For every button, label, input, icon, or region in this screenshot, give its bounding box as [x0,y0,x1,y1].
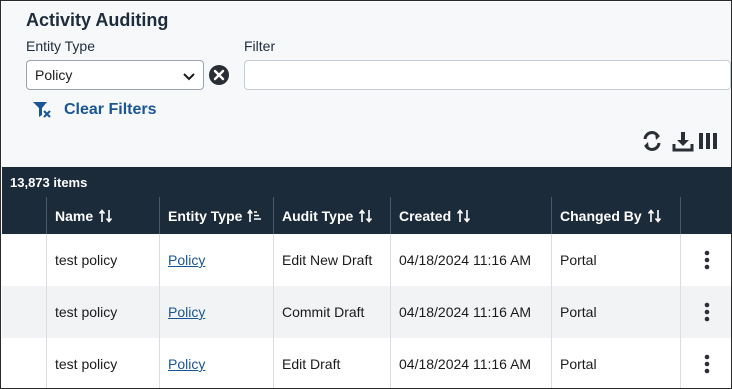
clear-filters-label: Clear Filters [64,101,157,118]
cell-audit-type: Edit New Draft [273,234,390,286]
cell-changed-by: Portal [551,234,680,286]
item-count: 13,873 items [10,175,88,190]
clear-entity-type-icon[interactable] [208,64,230,86]
sort-icon [99,208,113,223]
cell-audit-type: Edit Draft [273,338,390,388]
more-options-icon[interactable] [695,300,719,324]
cell-created: 04/18/2024 11:16 AM [390,286,551,338]
filter-clear-icon [33,102,51,118]
cell-entity-type: Policy [159,338,273,388]
column-header-label: Changed By [560,207,642,224]
table-header: Name Entity Type Audit Type Created Chan… [2,197,731,234]
table-row: test policy Policy Edit New Draft 04/18/… [2,234,731,286]
refresh-icon [643,131,661,151]
column-header-changed-by[interactable]: Changed By [551,197,680,234]
column-header-audit-type[interactable]: Audit Type [273,197,390,234]
entity-type-select-value: Policy [35,67,73,83]
refresh-button[interactable] [641,130,663,154]
cell-created: 04/18/2024 11:16 AM [390,234,551,286]
sort-ascending-icon [247,208,262,222]
cell-changed-by: Portal [551,338,680,388]
column-header-name[interactable]: Name [46,197,159,234]
cell-actions [680,234,731,286]
sort-icon [647,208,661,223]
clear-filters-button[interactable]: Clear Filters [32,98,156,122]
activity-auditing-panel: Activity Auditing Entity Type Filter Pol… [0,0,732,389]
more-options-icon[interactable] [695,248,719,272]
table-row: test policy Policy Edit Draft 04/18/2024… [2,338,731,388]
table-row: test policy Policy Commit Draft 04/18/20… [2,286,731,338]
cell-audit-type: Commit Draft [273,286,390,338]
cell-entity-type: Policy [159,234,273,286]
columns-icon [699,133,717,149]
row-spacer [2,286,46,338]
row-spacer [2,234,46,286]
filter-input[interactable] [244,60,731,90]
sort-icon [457,208,471,223]
chevron-down-icon [183,73,195,81]
column-header-actions [680,197,731,234]
item-count-bar: 13,873 items [2,167,731,197]
download-icon [672,132,694,152]
row-spacer [2,338,46,388]
cell-actions [680,286,731,338]
cell-created: 04/18/2024 11:16 AM [390,338,551,388]
page-title: Activity Auditing [26,10,169,30]
cell-actions [680,338,731,388]
entity-type-label: Entity Type [26,38,96,54]
column-header-label: Created [399,207,452,224]
column-header-label: Name [55,207,94,224]
download-button[interactable] [672,130,694,154]
entity-type-link[interactable]: Policy [168,304,205,320]
cell-name: test policy [46,234,159,286]
entity-type-link[interactable]: Policy [168,252,205,268]
columns-button[interactable] [697,130,719,154]
column-header-label: Audit Type [282,207,354,224]
header-spacer [2,197,46,234]
cell-name: test policy [46,338,159,388]
filter-panel: Activity Auditing Entity Type Filter Pol… [2,2,731,167]
cell-changed-by: Portal [551,286,680,338]
more-options-icon[interactable] [695,352,719,376]
entity-type-select[interactable]: Policy [26,60,204,90]
column-header-created[interactable]: Created [390,197,551,234]
entity-type-link[interactable]: Policy [168,356,205,372]
column-header-entity-type[interactable]: Entity Type [159,197,273,234]
cell-entity-type: Policy [159,286,273,338]
filter-label: Filter [244,38,276,54]
sort-icon [359,208,373,223]
column-header-label: Entity Type [168,207,243,224]
cell-name: test policy [46,286,159,338]
